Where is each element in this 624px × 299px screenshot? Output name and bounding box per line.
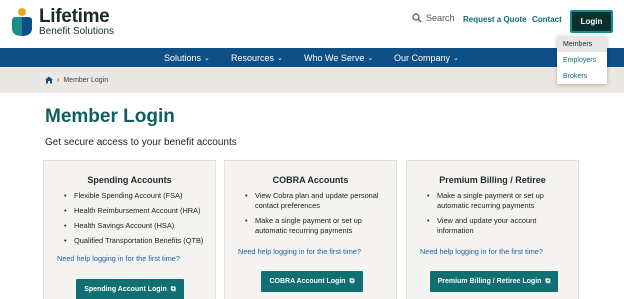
home-icon[interactable]: [45, 76, 53, 84]
spending-accounts-card: Spending Accounts Flexible Spending Acco…: [43, 160, 216, 299]
card-bullet-list: Flexible Spending Account (FSA) Health R…: [44, 191, 215, 246]
list-item: Health Reimbursement Account (HRA): [64, 206, 205, 216]
button-label: Premium Billing / Retiree Login: [437, 278, 542, 285]
list-item: Flexible Spending Account (FSA): [64, 191, 205, 201]
logo-mark-icon: [9, 6, 35, 38]
card-title: COBRA Accounts: [272, 175, 349, 185]
search-label: Search: [426, 13, 455, 23]
button-label: COBRA Account Login: [269, 278, 346, 285]
nav-label: Our Company: [394, 52, 451, 63]
list-item: Qualified Transportation Benefits (QTB): [64, 236, 205, 246]
nav-item-solutions[interactable]: Solutions ⌄: [164, 48, 210, 67]
nav-item-who-we-serve[interactable]: Who We Serve ⌄: [304, 48, 373, 67]
button-label: Spending Account Login: [84, 286, 167, 293]
login-dropdown-menu: Members Employers Brokers: [557, 36, 607, 84]
first-time-help-link[interactable]: Need help logging in for the first time?: [57, 254, 180, 263]
card-bullet-list: View Cobra plan and update personal cont…: [225, 191, 396, 236]
list-item: Make a single payment or set up automati…: [245, 216, 386, 236]
menu-item-members[interactable]: Members: [557, 36, 607, 52]
cobra-account-login-button[interactable]: COBRA Account Login ⧉: [261, 271, 363, 292]
chevron-down-icon: ⌄: [277, 54, 283, 62]
list-item: View Cobra plan and update personal cont…: [245, 191, 386, 211]
chevron-right-icon: ›: [57, 76, 60, 84]
chevron-down-icon: ⌄: [367, 54, 374, 62]
nav-label: Resources: [231, 52, 275, 63]
page-title: Member Login: [45, 106, 175, 127]
card-bullet-list: Make a single payment or set up automati…: [407, 191, 578, 236]
contact-link[interactable]: Contact: [532, 15, 562, 24]
premium-billing-login-button[interactable]: Premium Billing / Retiree Login ⧉: [430, 271, 558, 292]
menu-item-employers[interactable]: Employers: [557, 52, 607, 68]
external-link-icon: ⧉: [349, 277, 355, 285]
card-title: Spending Accounts: [87, 175, 172, 185]
first-time-help-link[interactable]: Need help logging in for the first time?: [238, 247, 361, 256]
brand-logo[interactable]: Lifetime Benefit Solutions: [9, 6, 114, 38]
chevron-down-icon: ⌄: [453, 54, 459, 62]
nav-item-our-company[interactable]: Our Company ⌄: [394, 48, 459, 67]
logo-name: Lifetime: [39, 6, 110, 27]
list-item: View and update your account information: [427, 216, 568, 236]
cobra-accounts-card: COBRA Accounts View Cobra plan and updat…: [224, 160, 397, 299]
main-nav: Solutions ⌄ Resources ⌄ Who We Serve ⌄ Our …: [0, 48, 624, 67]
menu-item-brokers[interactable]: Brokers: [557, 68, 607, 84]
breadcrumb: › Member Login: [0, 67, 624, 93]
nav-label: Solutions: [164, 52, 202, 63]
nav-item-resources[interactable]: Resources ⌄: [231, 48, 283, 67]
external-link-icon: ⧉: [545, 277, 551, 285]
logo-subtitle: Benefit Solutions: [39, 26, 115, 37]
spending-account-login-button[interactable]: Spending Account Login ⧉: [76, 279, 184, 299]
login-button[interactable]: Login: [570, 10, 613, 33]
page-subtitle: Get secure access to your benefit accoun…: [45, 137, 237, 148]
premium-billing-card: Premium Billing / Retiree Make a single …: [406, 160, 579, 299]
search-link[interactable]: Search: [412, 13, 455, 23]
search-icon: [412, 13, 422, 23]
site-header: Lifetime Benefit Solutions Search Reques…: [0, 0, 624, 45]
card-title: Premium Billing / Retiree: [439, 175, 546, 185]
request-quote-link[interactable]: Request a Quote: [463, 15, 527, 24]
list-item: Health Savings Account (HSA): [64, 221, 205, 231]
first-time-help-link[interactable]: Need help logging in for the first time?: [420, 247, 543, 256]
external-link-icon: ⧉: [170, 285, 176, 293]
nav-label: Who We Serve: [304, 52, 365, 63]
chevron-down-icon: ⌄: [204, 54, 210, 62]
breadcrumb-current: Member Login: [63, 76, 109, 84]
list-item: Make a single payment or set up automati…: [427, 191, 568, 211]
